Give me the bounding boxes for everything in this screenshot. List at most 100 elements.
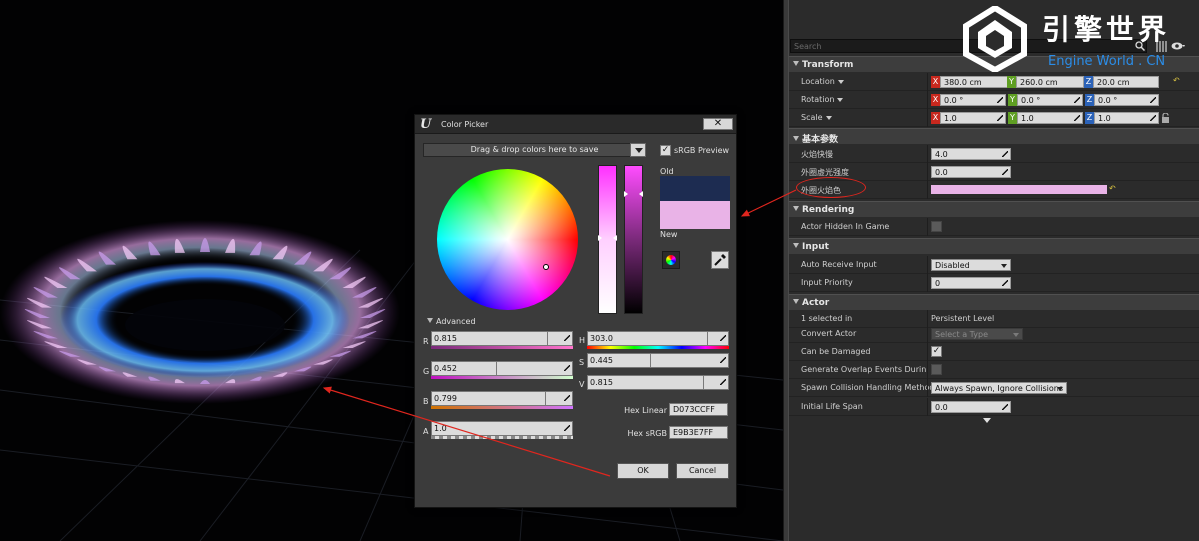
life-span-row: Initial Life Span 0.0 bbox=[789, 398, 1199, 416]
category-basic-params[interactable]: 基本参数 bbox=[789, 128, 1199, 145]
ok-button[interactable]: OK bbox=[617, 463, 669, 479]
scale-label[interactable]: Scale bbox=[801, 113, 832, 122]
color-wheel[interactable] bbox=[437, 169, 578, 310]
reset-to-default-icon[interactable]: ↶ bbox=[1109, 185, 1117, 193]
spawn-collision-row: Spawn Collision Handling Method Always S… bbox=[789, 379, 1199, 397]
drag-handle-icon bbox=[997, 97, 1003, 103]
lock-icon[interactable] bbox=[1161, 113, 1170, 123]
rotation-x-field[interactable]: 0.0 ° bbox=[940, 94, 1006, 106]
collapse-arrow-icon bbox=[793, 136, 799, 141]
location-z-field[interactable]: 20.0 cm bbox=[1093, 76, 1159, 88]
location-y-field[interactable]: 260.0 cm bbox=[1016, 76, 1084, 88]
auto-receive-dropdown[interactable]: Disabled bbox=[931, 259, 1011, 271]
scale-row: Scale X 1.0 Y 1.0 Z 1.0 bbox=[789, 109, 1199, 127]
highlight-ellipse bbox=[796, 177, 866, 198]
drag-handle-icon bbox=[1150, 115, 1156, 121]
flame-speed-field[interactable]: 4.0 bbox=[931, 148, 1011, 160]
overlap-events-label: Generate Overlap Events During Le bbox=[801, 365, 926, 374]
a-gradient bbox=[431, 436, 573, 439]
srgb-preview-checkbox[interactable]: ✓ bbox=[660, 145, 671, 156]
dropdown-arrow-icon bbox=[837, 79, 844, 84]
location-x-field[interactable]: 380.0 cm bbox=[940, 76, 1008, 88]
reset-to-default-icon[interactable]: ↶ bbox=[1173, 77, 1181, 85]
actor-hidden-label: Actor Hidden In Game bbox=[801, 222, 890, 231]
location-label[interactable]: Location bbox=[801, 77, 844, 86]
spawn-collision-dropdown[interactable]: Always Spawn, Ignore Collisions bbox=[931, 382, 1067, 394]
scale-z-field[interactable]: 1.0 bbox=[1094, 112, 1159, 124]
close-button[interactable]: ✕ bbox=[703, 118, 733, 130]
slider-marker-left bbox=[598, 235, 602, 241]
category-rendering[interactable]: Rendering bbox=[789, 201, 1199, 217]
rotation-row: Rotation X 0.0 ° Y 0.0 ° Z 0.0 ° bbox=[789, 91, 1199, 109]
rotation-y-field[interactable]: 0.0 ° bbox=[1017, 94, 1083, 106]
rotation-z-field[interactable]: 0.0 ° bbox=[1094, 94, 1159, 106]
a-label: A bbox=[423, 427, 429, 436]
outer-flame-color-swatch[interactable] bbox=[931, 185, 1107, 194]
r-label: R bbox=[423, 337, 429, 346]
slider-marker-left bbox=[624, 191, 628, 197]
old-color-swatch[interactable] bbox=[660, 176, 730, 201]
column-separator bbox=[927, 218, 928, 236]
actor-hidden-checkbox[interactable] bbox=[931, 221, 942, 232]
saturation-slider[interactable] bbox=[598, 165, 617, 314]
rotation-label[interactable]: Rotation bbox=[801, 95, 844, 104]
eyedropper-button[interactable] bbox=[711, 251, 729, 269]
drag-handle-icon bbox=[564, 425, 570, 431]
cancel-button[interactable]: Cancel bbox=[676, 463, 729, 479]
axis-z-label: Z bbox=[1085, 112, 1094, 124]
color-wheel-selector[interactable] bbox=[543, 264, 549, 270]
slider-knob bbox=[707, 332, 708, 345]
v-label: V bbox=[579, 380, 585, 389]
scale-x-field[interactable]: 1.0 bbox=[940, 112, 1006, 124]
drag-handle-icon bbox=[564, 335, 570, 341]
input-priority-row: Input Priority 0 bbox=[789, 274, 1199, 292]
s-label: S bbox=[579, 358, 585, 367]
show-advanced-arrow-icon[interactable] bbox=[983, 418, 991, 423]
theme-dropdown-button[interactable] bbox=[630, 143, 646, 157]
axis-y-label: Y bbox=[1008, 94, 1017, 106]
category-actor[interactable]: Actor bbox=[789, 294, 1199, 310]
hex-linear-label: Hex Linear bbox=[624, 406, 667, 415]
scale-y-field[interactable]: 1.0 bbox=[1017, 112, 1083, 124]
v-slider[interactable]: 0.815 bbox=[587, 375, 729, 390]
hex-srgb-label: Hex sRGB bbox=[627, 429, 668, 438]
dropdown-arrow-icon bbox=[1057, 387, 1063, 391]
flame-speed-label: 火焰快慢 bbox=[801, 150, 833, 159]
outer-glow-field[interactable]: 0.0 bbox=[931, 166, 1011, 178]
drag-handle-icon bbox=[720, 379, 726, 385]
wheel-mode-button[interactable] bbox=[662, 251, 680, 269]
slider-knob bbox=[650, 354, 651, 367]
axis-z-label: Z bbox=[1085, 94, 1094, 106]
value-slider[interactable] bbox=[624, 165, 643, 314]
old-color-label: Old bbox=[660, 167, 674, 176]
dialog-title-bar[interactable]: U Color Picker ✕ bbox=[415, 115, 736, 134]
h-slider[interactable]: 303.0 bbox=[587, 331, 729, 346]
axis-y-label: Y bbox=[1008, 112, 1017, 124]
column-separator bbox=[927, 109, 928, 127]
slider-knob bbox=[703, 376, 704, 389]
color-theme-drop-area[interactable]: Drag & drop colors here to save bbox=[423, 143, 646, 157]
convert-actor-label: Convert Actor bbox=[801, 329, 857, 338]
drag-handle-icon bbox=[720, 335, 726, 341]
g-slider[interactable]: 0.452 bbox=[431, 361, 573, 376]
input-priority-field[interactable]: 0 bbox=[931, 277, 1011, 289]
b-label: B bbox=[423, 397, 429, 406]
column-separator bbox=[927, 361, 928, 379]
overlap-events-checkbox[interactable] bbox=[931, 364, 942, 375]
convert-actor-dropdown[interactable]: Select a Type bbox=[931, 328, 1023, 340]
dialog-title: Color Picker bbox=[441, 120, 489, 129]
s-slider[interactable]: 0.445 bbox=[587, 353, 729, 368]
can-be-damaged-checkbox[interactable]: ✓ bbox=[931, 346, 942, 357]
actor-hidden-row: Actor Hidden In Game bbox=[789, 218, 1199, 236]
axis-x-label: X bbox=[931, 112, 940, 124]
life-span-field[interactable]: 0.0 bbox=[931, 401, 1011, 413]
axis-y-label: Y bbox=[1007, 76, 1016, 88]
collapse-arrow-icon bbox=[793, 206, 799, 211]
category-input[interactable]: Input bbox=[789, 238, 1199, 254]
advanced-section-toggle[interactable]: Advanced bbox=[427, 317, 476, 326]
b-slider[interactable]: 0.799 bbox=[431, 391, 573, 406]
r-slider[interactable]: 0.815 bbox=[431, 331, 573, 346]
hex-linear-field[interactable]: D073CCFF bbox=[669, 403, 728, 416]
hex-srgb-field[interactable]: E9B3E7FF bbox=[669, 426, 728, 439]
a-slider[interactable]: 1.0 bbox=[431, 421, 573, 436]
